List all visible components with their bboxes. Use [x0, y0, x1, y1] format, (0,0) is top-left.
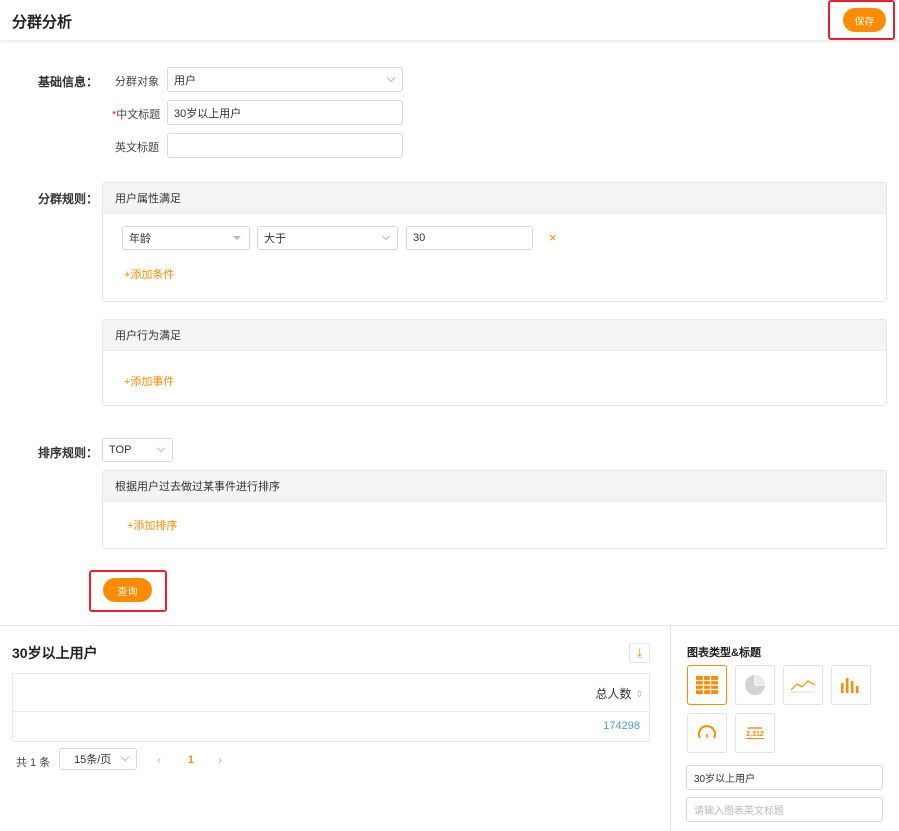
- condition-value-text: 30: [413, 232, 426, 244]
- number-sample: 2,312: [746, 731, 764, 739]
- section-divider: [0, 625, 899, 626]
- chart-type-line-button[interactable]: [783, 665, 823, 705]
- query-highlight-box: [89, 570, 167, 612]
- behavior-panel-title: 用户行为满足: [103, 320, 886, 351]
- add-sort-link[interactable]: +添加排序: [127, 517, 177, 533]
- basic-info-label: 基础信息：: [38, 75, 99, 89]
- chart-type-title: 图表类型&标题: [687, 647, 761, 659]
- result-table: 总人数 ⇕ 174298: [12, 673, 650, 742]
- top-select[interactable]: TOP: [102, 438, 173, 462]
- table-header: 总人数 ⇕: [13, 674, 649, 712]
- caret-down-icon: [233, 236, 241, 240]
- prev-page-button[interactable]: ‹: [157, 753, 161, 767]
- remove-condition-icon[interactable]: ×: [549, 230, 557, 245]
- chevron-down-icon: [156, 443, 166, 453]
- chart-type-number-button[interactable]: 2,312: [735, 713, 775, 753]
- download-button[interactable]: ⤓: [629, 643, 650, 663]
- sort-icon[interactable]: ⇕: [635, 689, 643, 700]
- total-cell[interactable]: 174298: [603, 720, 640, 732]
- bar-chart-icon: [841, 678, 859, 693]
- page-header: 分群分析: [0, 0, 899, 40]
- cn-title-label-text: 中文标题: [116, 109, 161, 121]
- condition-operator-value: 大于: [264, 233, 286, 245]
- cn-title-input[interactable]: 30岁以上用户: [167, 100, 403, 125]
- table-icon: [696, 676, 718, 694]
- total-column-label: 总人数: [595, 687, 632, 701]
- add-event-link[interactable]: +添加事件: [124, 373, 174, 389]
- en-title-input[interactable]: [167, 133, 403, 158]
- add-condition-link[interactable]: +添加条件: [124, 266, 174, 282]
- chart-type-bar-button[interactable]: [831, 665, 871, 705]
- en-title-label: 英文标题: [115, 142, 159, 154]
- chart-cn-title-value: 30岁以上用户: [694, 774, 756, 785]
- pager-total: 共 1 条: [16, 757, 51, 769]
- page-size-value: 15条/页: [74, 754, 112, 766]
- sort-panel-title: 根据用户过去做过某事件进行排序: [103, 471, 886, 502]
- number-icon: 2,312: [746, 727, 764, 739]
- number-icon-bar: [748, 727, 762, 729]
- rules-label: 分群规则：: [38, 192, 99, 206]
- result-title: 30岁以上用户: [12, 645, 98, 661]
- page-size-select[interactable]: 15条/页: [59, 748, 137, 770]
- side-panel-divider: [670, 626, 671, 831]
- cn-title-input-value: 30岁以上用户: [174, 107, 242, 120]
- next-page-button[interactable]: ›: [218, 753, 222, 767]
- sort-panel: 根据用户过去做过某事件进行排序: [102, 470, 887, 549]
- chart-type-pie-button[interactable]: [735, 665, 775, 705]
- chart-cn-title-input[interactable]: 30岁以上用户: [686, 765, 883, 790]
- attr-panel-title: 用户属性满足: [103, 183, 886, 214]
- pie-chart-icon: [745, 675, 765, 695]
- table-row: 174298: [13, 712, 649, 741]
- gauge-icon: [698, 725, 716, 739]
- target-select-value: 用户: [174, 74, 196, 87]
- chevron-down-icon: [386, 73, 396, 82]
- condition-field-select[interactable]: 年龄: [122, 226, 250, 250]
- chevron-down-icon: [120, 752, 130, 762]
- chart-type-gauge-button[interactable]: [687, 713, 727, 753]
- page-title: 分群分析: [12, 14, 73, 31]
- condition-field-value: 年龄: [129, 233, 151, 245]
- chart-en-title-placeholder: 请输入图表英文标题: [694, 806, 784, 817]
- condition-operator-select[interactable]: 大于: [257, 226, 398, 250]
- top-select-value: TOP: [109, 444, 132, 456]
- target-label: 分群对象: [115, 76, 159, 88]
- current-page[interactable]: 1: [188, 754, 194, 766]
- chevron-down-icon: [381, 231, 391, 241]
- target-select[interactable]: 用户: [167, 67, 403, 92]
- condition-value-input[interactable]: 30: [406, 226, 533, 250]
- chart-type-table-button[interactable]: [687, 665, 727, 705]
- save-highlight-box: [828, 0, 895, 40]
- behavior-panel: 用户行为满足: [102, 319, 887, 406]
- sort-label: 排序规则：: [38, 446, 99, 460]
- cn-title-label: *中文标题: [112, 106, 160, 122]
- download-icon: ⤓: [636, 645, 643, 660]
- total-column-header[interactable]: 总人数 ⇕: [595, 685, 643, 702]
- chart-en-title-input[interactable]: 请输入图表英文标题: [686, 797, 883, 822]
- line-chart-icon: [790, 680, 816, 693]
